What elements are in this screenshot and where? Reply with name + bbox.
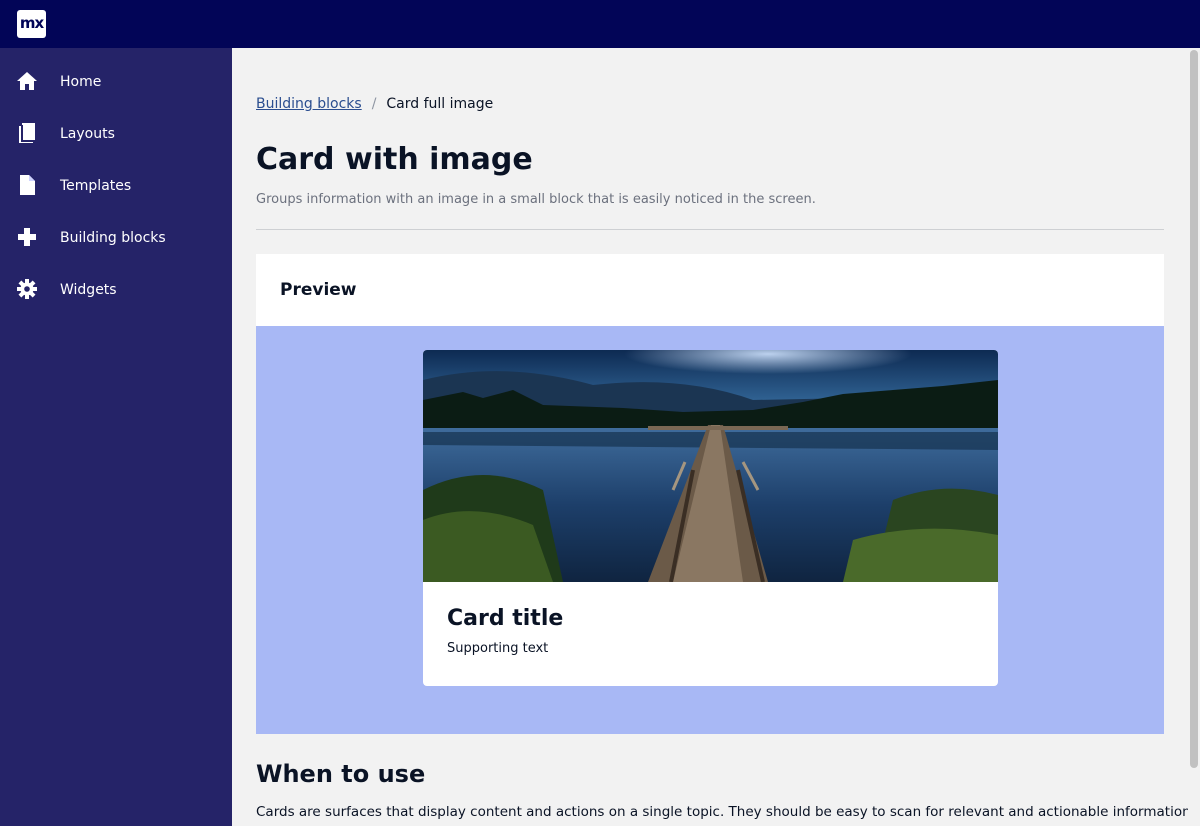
sidebar-item-widgets[interactable]: Widgets (0, 264, 232, 316)
sidebar: Home Layouts Templates Building blocks W… (0, 48, 232, 826)
page-subtitle: Groups information with an image in a sm… (256, 192, 816, 207)
top-bar: mx (0, 0, 1200, 48)
sidebar-item-label: Templates (60, 178, 132, 194)
breadcrumb: Building blocks / Card full image (256, 96, 493, 112)
sidebar-item-home[interactable]: Home (0, 56, 232, 108)
breadcrumb-separator: / (371, 96, 377, 112)
breadcrumb-link-building-blocks[interactable]: Building blocks (256, 96, 362, 112)
breadcrumb-current: Card full image (386, 96, 494, 112)
preview-panel: Preview Card title Supporting text (256, 254, 1164, 734)
card-supporting-text: Supporting text (447, 641, 549, 656)
divider (256, 229, 1164, 230)
sidebar-item-templates[interactable]: Templates (0, 160, 232, 212)
lake-pier-image (423, 350, 998, 582)
card-with-image[interactable]: Card title Supporting text (423, 350, 998, 686)
preview-header: Preview (256, 254, 1164, 326)
sidebar-item-label: Building blocks (60, 230, 166, 246)
sidebar-item-label: Home (60, 74, 102, 90)
file-icon (16, 174, 38, 196)
preview-title: Preview (280, 280, 357, 300)
vertical-scrollbar[interactable] (1188, 48, 1200, 826)
sidebar-item-label: Widgets (60, 282, 117, 298)
scrollbar-thumb[interactable] (1190, 50, 1198, 768)
sidebar-item-label: Layouts (60, 126, 115, 142)
gear-icon (16, 278, 38, 300)
home-icon (16, 70, 38, 92)
book-icon (16, 122, 38, 144)
when-to-use-text: Cards are surfaces that display content … (256, 804, 1188, 820)
when-to-use-heading: When to use (256, 760, 426, 788)
card-title: Card title (447, 606, 564, 631)
plus-icon (16, 226, 38, 248)
page-title: Card with image (256, 142, 533, 177)
main-content: Building blocks / Card full image Card w… (232, 48, 1188, 826)
sidebar-item-layouts[interactable]: Layouts (0, 108, 232, 160)
mendix-logo[interactable]: mx (17, 10, 46, 38)
preview-body: Card title Supporting text (256, 326, 1164, 734)
sidebar-item-building-blocks[interactable]: Building blocks (0, 212, 232, 264)
